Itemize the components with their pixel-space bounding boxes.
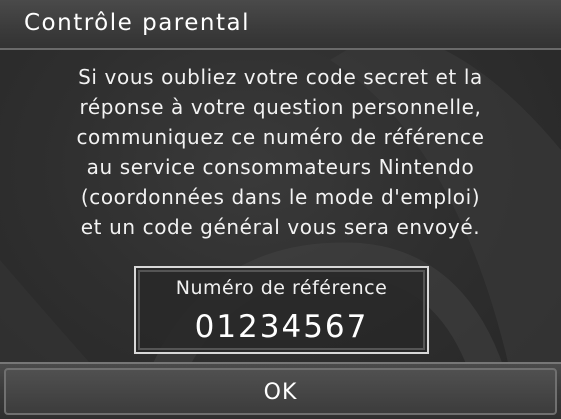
dialog-title: Contrôle parental — [24, 10, 250, 36]
ok-button[interactable]: OK — [4, 368, 557, 415]
message-line: (coordonnées dans le mode d'emploi) — [80, 185, 481, 209]
message-line: Si vous oubliez votre code secret et la — [78, 65, 483, 89]
reference-number-label: Numéro de référence — [175, 277, 388, 299]
title-bar: Contrôle parental — [0, 0, 561, 50]
message-line: et un code général vous sera envoyé. — [80, 215, 481, 239]
message-line: réponse à votre question personnelle, — [79, 95, 482, 119]
message-line: communiquez ce numéro de référence — [76, 125, 485, 149]
message-line: au service consommateurs Nintendo — [86, 155, 475, 179]
ok-button-label: OK — [263, 380, 298, 405]
reference-number-value: 01234567 — [194, 309, 369, 345]
instruction-message: Si vous oubliez votre code secret et la … — [8, 62, 553, 242]
parental-control-screen: Contrôle parental Si vous oubliez votre … — [0, 0, 561, 419]
reference-number-box: Numéro de référence 01234567 — [134, 266, 429, 354]
bottom-button-bar: OK — [0, 362, 561, 419]
